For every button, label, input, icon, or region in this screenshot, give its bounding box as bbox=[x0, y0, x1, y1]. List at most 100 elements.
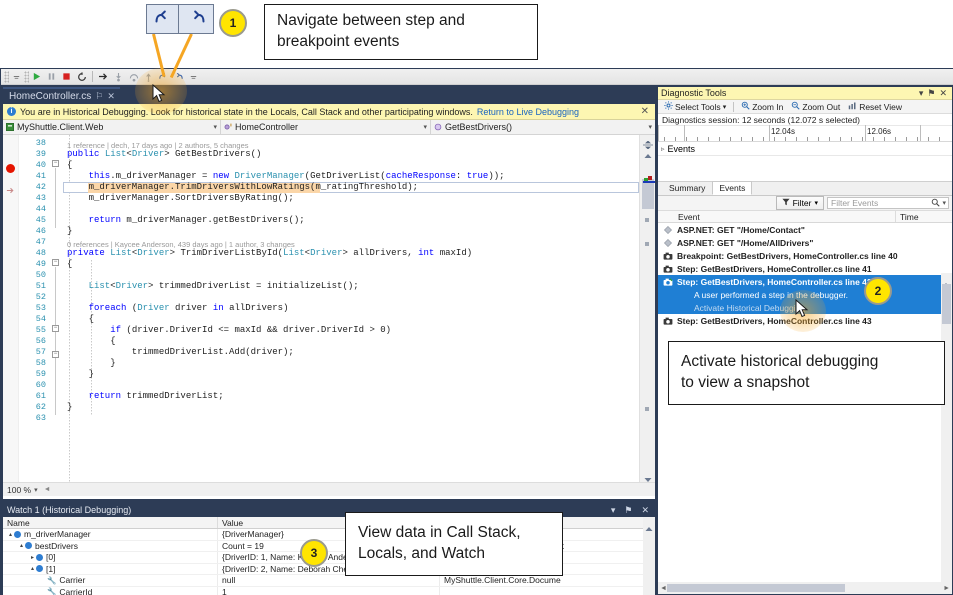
events-scrollbar-thumb[interactable] bbox=[942, 284, 951, 324]
navbar-member-dropdown[interactable]: GetBestDrivers() ▾ bbox=[431, 120, 655, 134]
chevron-down-icon[interactable]: ▾ bbox=[814, 199, 818, 207]
editor-zoom-level[interactable]: 100 % bbox=[3, 485, 31, 495]
zoom-in-button[interactable]: Zoom In bbox=[738, 101, 786, 112]
code-line-45[interactable]: return m_driverManager.getBestDrivers(); bbox=[67, 215, 305, 225]
watch-row[interactable]: 🔧 Carrier null MyShuttle.Client.Core.Docume bbox=[3, 575, 655, 587]
watch-scroll-up-arrow[interactable] bbox=[645, 519, 653, 531]
event-row[interactable]: ASP.NET: GET "/Home/AllDrivers" bbox=[658, 236, 952, 249]
code-line-59[interactable]: } bbox=[67, 369, 94, 379]
timeline-graph-area[interactable] bbox=[658, 156, 952, 182]
continue-button[interactable] bbox=[29, 70, 44, 84]
stop-debugging-button[interactable] bbox=[59, 70, 74, 84]
select-tools-button[interactable]: Select Tools ▾ bbox=[661, 101, 729, 112]
watch-row-value-cell[interactable]: 1 bbox=[218, 586, 440, 595]
expand-triangle-open-icon[interactable]: ▴ bbox=[7, 531, 14, 538]
codelens-line-48[interactable]: 0 references | Kaycee Anderson, 439 days… bbox=[67, 240, 295, 249]
chevron-down-icon[interactable]: ▾ bbox=[207, 123, 217, 131]
scroll-up-arrow[interactable] bbox=[644, 146, 652, 158]
watch-row-name-cell[interactable]: 🔧 CarrierId bbox=[3, 586, 218, 595]
event-row[interactable]: Step: GetBestDrivers, HomeController.cs … bbox=[658, 262, 952, 275]
events-horizontal-scrollbar[interactable]: ◄ ► bbox=[658, 582, 952, 594]
scrollbar-split-icon[interactable] bbox=[643, 136, 653, 150]
navbar-type-dropdown[interactable]: HomeController ▾ bbox=[221, 120, 431, 134]
diag-tab-summary[interactable]: Summary bbox=[662, 181, 712, 195]
code-line-48[interactable]: private List<Driver> TrimDriverListById(… bbox=[67, 248, 472, 258]
search-options-chevron-icon[interactable]: ▾ bbox=[942, 199, 948, 207]
events-col-time[interactable]: Time bbox=[896, 211, 952, 222]
editor-vertical-scrollbar[interactable] bbox=[639, 135, 655, 482]
code-line-46[interactable]: } bbox=[67, 226, 72, 236]
diag-pin-icon[interactable]: ⚑ bbox=[925, 88, 937, 99]
fold-toggle-53[interactable]: − bbox=[52, 325, 59, 332]
watch-col-name[interactable]: Name bbox=[3, 517, 218, 528]
events-vertical-scrollbar[interactable] bbox=[941, 273, 952, 586]
expand-triangle-open-icon[interactable]: ▴ bbox=[18, 542, 25, 549]
expand-triangle-open-icon[interactable]: ▴ bbox=[29, 565, 36, 572]
scroll-down-arrow[interactable] bbox=[644, 470, 652, 482]
filter-events-input[interactable]: Filter Events ▾ bbox=[827, 197, 949, 209]
fold-toggle-55[interactable]: − bbox=[52, 351, 59, 358]
show-next-statement-button[interactable] bbox=[96, 70, 111, 84]
fold-toggle-39[interactable]: − bbox=[52, 160, 59, 167]
close-icon[interactable]: ✕ bbox=[107, 91, 115, 102]
code-line-43[interactable]: m_driverManager.SortDriversByRating(); bbox=[67, 193, 294, 203]
code-line-55[interactable]: if (driver.DriverId <= maxId && driver.D… bbox=[67, 325, 391, 335]
watch-vertical-scrollbar[interactable] bbox=[643, 517, 655, 595]
code-line-56[interactable]: { bbox=[67, 336, 115, 346]
events-group-row[interactable]: ▹ Events bbox=[658, 142, 952, 156]
events-scroll-up-arrow[interactable] bbox=[942, 275, 950, 287]
watch-close-icon[interactable]: ✕ bbox=[639, 505, 651, 516]
hscroll-left-arrow[interactable]: ◄ bbox=[44, 486, 51, 493]
info-bar-close-icon[interactable]: ✕ bbox=[641, 106, 651, 117]
chevron-right-icon[interactable]: ▹ bbox=[661, 145, 665, 153]
editor-tab-homecontroller[interactable]: HomeController.cs ⚐ ✕ bbox=[3, 87, 120, 104]
diag-close-icon[interactable]: ✕ bbox=[937, 88, 949, 99]
expand-triangle-closed-icon[interactable]: ▸ bbox=[29, 554, 36, 561]
watch-row-name-cell[interactable]: ▴ m_driverManager bbox=[3, 529, 218, 540]
events-hscrollbar-thumb[interactable] bbox=[666, 584, 845, 592]
watch-row-name-cell[interactable]: ▴ bestDrivers bbox=[3, 540, 218, 551]
code-line-62[interactable]: } bbox=[67, 402, 72, 412]
diag-dropdown-icon[interactable]: ▾ bbox=[917, 88, 926, 99]
diag-tab-events[interactable]: Events bbox=[712, 181, 753, 195]
code-line-40[interactable]: { bbox=[67, 160, 72, 170]
return-to-live-debugging-link[interactable]: Return to Live Debugging bbox=[477, 107, 579, 117]
step-forward-button-zoomed[interactable] bbox=[178, 4, 214, 34]
hscroll-left-arrow[interactable]: ◄ bbox=[658, 585, 667, 592]
code-line-53[interactable]: foreach (Driver driver in allDrivers) bbox=[67, 303, 289, 313]
code-line-51[interactable]: List<Driver> trimmedDriverList = initial… bbox=[67, 281, 359, 291]
step-backward-button-zoomed[interactable] bbox=[146, 4, 182, 34]
watch-dropdown-icon[interactable]: ▾ bbox=[609, 505, 618, 516]
codelens-line-39[interactable]: 1 reference | dech, 17 days ago | 2 auth… bbox=[67, 141, 249, 150]
outlining-margin[interactable]: − − − − bbox=[49, 135, 63, 482]
code-line-41[interactable]: this.m_driverManager = new DriverManager… bbox=[67, 171, 505, 181]
event-row[interactable]: Breakpoint: GetBestDrivers, HomeControll… bbox=[658, 249, 952, 262]
event-row[interactable]: Step: GetBestDrivers, HomeController.cs … bbox=[658, 275, 952, 288]
watch-row-name-cell[interactable]: 🔧 Carrier bbox=[3, 575, 218, 586]
editor-scrollbar-thumb[interactable] bbox=[642, 179, 654, 209]
event-row[interactable]: ASP.NET: GET "/Home/Contact" bbox=[658, 223, 952, 236]
code-line-61[interactable]: return trimmedDriverList; bbox=[67, 391, 224, 401]
chevron-down-icon[interactable]: ▾ bbox=[642, 123, 652, 131]
timeline-ruler[interactable]: 12.04s 12.06s bbox=[658, 125, 952, 142]
watch-pin-icon[interactable]: ⚑ bbox=[622, 505, 634, 516]
pin-icon[interactable]: ⚐ bbox=[95, 91, 103, 102]
step-into-button[interactable] bbox=[111, 70, 126, 84]
navbar-project-dropdown[interactable]: MyShuttle.Client.Web ▾ bbox=[3, 120, 221, 134]
code-line-57[interactable]: trimmedDriverList.Add(driver); bbox=[67, 347, 294, 357]
search-icon[interactable] bbox=[931, 198, 942, 209]
fold-toggle-48[interactable]: − bbox=[52, 259, 59, 266]
hscroll-right-arrow[interactable]: ► bbox=[943, 585, 952, 592]
code-text-area[interactable]: public List<Driver> GetBestDrivers(){ th… bbox=[63, 135, 639, 482]
watch-row-name-cell[interactable]: ▴ [1] bbox=[3, 563, 218, 574]
restart-button[interactable] bbox=[74, 70, 89, 84]
events-col-event[interactable]: Event bbox=[658, 211, 896, 222]
code-line-54[interactable]: { bbox=[67, 314, 94, 324]
watch-row-value-cell[interactable]: null bbox=[218, 575, 440, 586]
zoom-out-button[interactable]: Zoom Out bbox=[788, 101, 843, 112]
chevron-down-icon[interactable]: ▾ bbox=[417, 123, 427, 131]
break-all-button[interactable] bbox=[44, 70, 59, 84]
events-scroll-down-arrow[interactable] bbox=[942, 574, 950, 586]
filter-button[interactable]: Filter ▾ bbox=[775, 196, 824, 210]
chevron-down-icon[interactable]: ▾ bbox=[723, 103, 727, 111]
